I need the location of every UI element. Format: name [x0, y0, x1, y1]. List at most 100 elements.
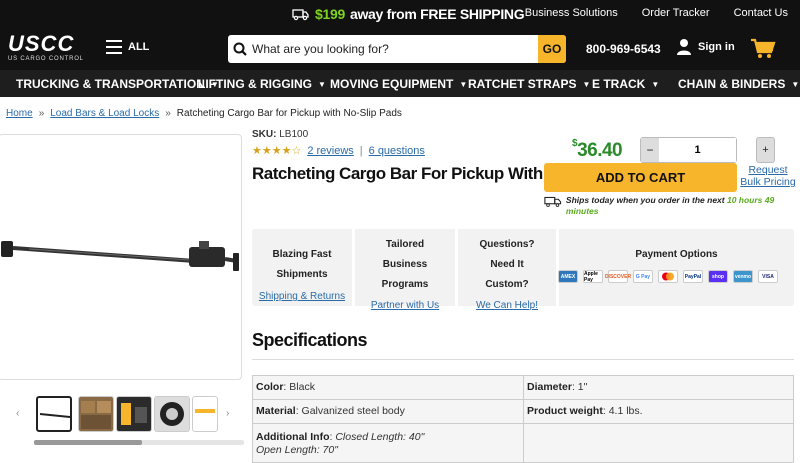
prop-business: Tailored Business Programs Partner with …: [355, 229, 455, 311]
spec-key: Material: [256, 405, 296, 417]
truck-icon: [292, 9, 309, 21]
nav-label: MOVING EQUIPMENT: [330, 77, 454, 91]
we-can-help-link[interactable]: We Can Help!: [476, 300, 538, 311]
table-row: Color: Black Diameter: 1": [253, 376, 793, 399]
spec-value: 1": [577, 381, 588, 393]
nav-moving-equipment[interactable]: MOVING EQUIPMENT ▼: [330, 77, 467, 91]
breadcrumb: Home » Load Bars & Load Locks » Ratcheti…: [6, 108, 402, 119]
shipping-notice: Ships today when you order in the next 1…: [544, 195, 784, 217]
shipping-text: Ships today when you order in the next: [565, 195, 725, 205]
spec-key: Product weight: [527, 405, 603, 417]
divider: [252, 359, 794, 360]
chevron-down-icon: ▼: [791, 79, 800, 89]
contact-us-link[interactable]: Contact Us: [734, 7, 788, 19]
nav-lifting-rigging[interactable]: LIFTING & RIGGING ▼: [198, 77, 326, 91]
chevron-down-icon: ▼: [582, 79, 591, 89]
search-go-button[interactable]: GO: [538, 35, 566, 63]
spec-value: Black: [289, 381, 315, 393]
price-value: 36.40: [577, 140, 623, 161]
prop-title: Questions? Need It Custom?: [479, 239, 535, 290]
chevron-left-icon[interactable]: ‹: [16, 408, 19, 419]
nav-chain-binders[interactable]: CHAIN & BINDERS ▼: [678, 77, 799, 91]
phone-number[interactable]: 800-969-6543: [586, 42, 661, 56]
search-input[interactable]: [252, 42, 538, 56]
questions-link[interactable]: 6 questions: [369, 145, 425, 157]
quantity-stepper: −: [640, 137, 737, 163]
logo-text: USCC: [8, 31, 75, 56]
spec-cell: Color: Black: [253, 376, 523, 399]
rating-row: ★★★★☆ 2 reviews | 6 questions: [252, 144, 425, 158]
cart-icon[interactable]: [750, 38, 776, 60]
nav-ratchet-straps[interactable]: RATCHET STRAPS ▼: [468, 77, 590, 91]
table-row: Material: Galvanized steel body Product …: [253, 399, 793, 423]
nav-label: E TRACK: [592, 77, 646, 91]
sku: SKU: LB100: [252, 129, 308, 140]
quantity-decrease-button[interactable]: −: [641, 138, 659, 162]
apple-pay-icon: Apple Pay: [583, 270, 603, 283]
specifications-heading: Specifications: [252, 330, 368, 350]
breadcrumb-home[interactable]: Home: [6, 108, 33, 119]
quantity-input[interactable]: [659, 138, 736, 162]
spec-cell: [523, 424, 793, 462]
spec-cell: Material: Galvanized steel body: [253, 400, 523, 423]
order-tracker-link[interactable]: Order Tracker: [642, 7, 710, 19]
partner-with-us-link[interactable]: Partner with Us: [371, 300, 439, 311]
nav-label: CHAIN & BINDERS: [678, 77, 786, 91]
mastercard-icon: [658, 270, 678, 283]
spec-value-2: Open Length: 70": [256, 444, 338, 456]
prop-payment: Payment Options: [559, 229, 794, 306]
sku-label: SKU:: [252, 129, 277, 140]
spec-key: Color: [256, 381, 284, 393]
request-bulk-pricing-link[interactable]: Request Bulk Pricing: [738, 164, 798, 188]
business-solutions-link[interactable]: Business Solutions: [525, 7, 618, 19]
thumbnail-scrollbar[interactable]: [34, 440, 244, 445]
discover-icon: DISCOVER: [605, 270, 631, 283]
thumbnail-5[interactable]: [192, 396, 218, 432]
sign-in-button[interactable]: Sign in: [676, 38, 735, 56]
google-pay-icon: G Pay: [633, 270, 653, 283]
visa-icon: VISA: [758, 270, 778, 283]
breadcrumb-current: Ratcheting Cargo Bar for Pickup with No-…: [176, 108, 402, 119]
thumbnail-2[interactable]: [78, 396, 114, 432]
product-image[interactable]: [0, 134, 242, 380]
prop-custom: Questions? Need It Custom? We Can Help!: [458, 229, 556, 311]
category-nav: TRUCKING & TRANSPORTATION ▼ LIFTING & RIG…: [0, 70, 800, 97]
reviews-link[interactable]: 2 reviews: [307, 145, 353, 157]
add-to-cart-button[interactable]: ADD TO CART: [544, 163, 737, 192]
thumbnail-3[interactable]: [116, 396, 152, 432]
breadcrumb-load-bars[interactable]: Load Bars & Load Locks: [50, 108, 159, 119]
spec-cell: Product weight: 4.1 lbs.: [523, 400, 793, 423]
paypal-icon: PayPal: [683, 270, 703, 283]
chevron-right-icon[interactable]: ›: [226, 408, 229, 419]
all-menu-button[interactable]: ALL: [106, 40, 149, 54]
shipping-returns-link[interactable]: Shipping & Returns: [259, 291, 345, 302]
nav-trucking-transportation[interactable]: TRUCKING & TRANSPORTATION ▼: [16, 77, 219, 91]
nav-label: RATCHET STRAPS: [468, 77, 577, 91]
nav-e-track[interactable]: E TRACK ▼: [592, 77, 659, 91]
star-rating: ★★★★☆: [252, 145, 302, 157]
prop-title: Blazing Fast Shipments: [272, 249, 332, 280]
spec-key: Additional Info: [256, 431, 330, 443]
spec-value: Galvanized steel body: [301, 405, 405, 417]
sign-in-label: Sign in: [698, 41, 735, 53]
spec-cell: Diameter: 1": [523, 376, 793, 399]
thumbnail-1[interactable]: [36, 396, 72, 432]
uscc-logo[interactable]: USCC US CARGO CONTROL: [8, 31, 94, 64]
site-header: USCC US CARGO CONTROL ALL GO 800-969-654…: [0, 30, 800, 70]
thumbnail-4[interactable]: [154, 396, 190, 432]
shop-pay-icon: shop: [708, 270, 728, 283]
prop-title: Tailored Business Programs: [381, 239, 429, 290]
prop-title: Payment Options: [635, 249, 718, 260]
price-currency: $: [572, 137, 578, 149]
chevron-down-icon: ▼: [459, 79, 468, 89]
chevron-down-icon: ▼: [651, 79, 660, 89]
value-props: Blazing Fast Shipments Shipping & Return…: [252, 229, 794, 311]
breadcrumb-separator: »: [38, 108, 45, 119]
quantity-increase-button[interactable]: +: [756, 137, 775, 163]
sku-value: LB100: [279, 129, 309, 140]
breadcrumb-separator: »: [165, 108, 171, 119]
spec-value: 4.1 lbs.: [608, 405, 643, 417]
spec-cell: Additional Info: Closed Length: 40" Open …: [253, 424, 523, 462]
user-icon: [677, 39, 691, 55]
cargo-bar-image: [1, 241, 239, 271]
